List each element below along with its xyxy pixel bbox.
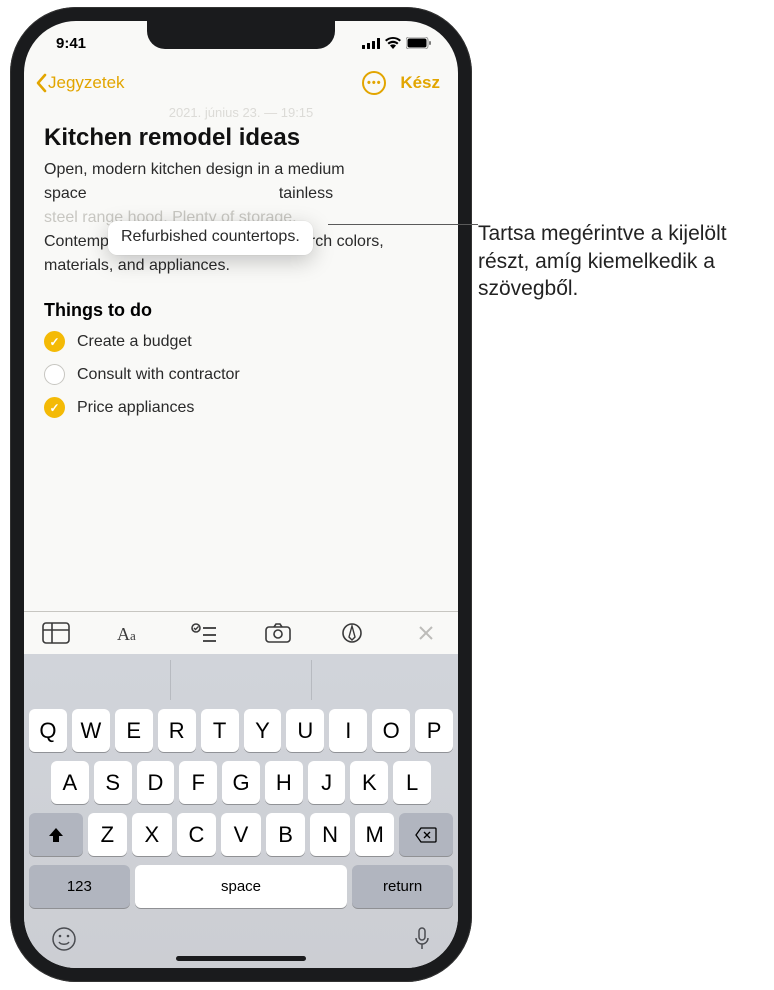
space-key[interactable]: space: [135, 865, 348, 908]
back-label: Jegyzetek: [48, 73, 125, 93]
key-w[interactable]: W: [72, 709, 110, 752]
key-e[interactable]: E: [115, 709, 153, 752]
backspace-key[interactable]: [399, 813, 453, 856]
key-a[interactable]: A: [51, 761, 89, 804]
key-l[interactable]: L: [393, 761, 431, 804]
chevron-left-icon: [34, 73, 48, 93]
checklist-label: Price appliances: [77, 399, 194, 417]
key-h[interactable]: H: [265, 761, 303, 804]
shift-icon: [47, 826, 65, 844]
note-content[interactable]: 2021. június 23. — 19:15 Kitchen remodel…: [24, 101, 458, 611]
camera-icon[interactable]: [264, 622, 292, 644]
key-i[interactable]: I: [329, 709, 367, 752]
close-icon[interactable]: [412, 622, 440, 644]
key-d[interactable]: D: [137, 761, 175, 804]
checklist-label: Consult with contractor: [77, 366, 240, 384]
more-button[interactable]: •••: [362, 71, 386, 95]
emoji-icon[interactable]: [51, 926, 77, 952]
svg-text:A: A: [117, 624, 130, 644]
callout-text: Tartsa megérintve a kijelölt részt, amíg…: [478, 220, 758, 303]
key-m[interactable]: M: [355, 813, 395, 856]
key-q[interactable]: Q: [29, 709, 67, 752]
key-n[interactable]: N: [310, 813, 350, 856]
home-indicator[interactable]: [176, 956, 306, 961]
wifi-icon: [385, 37, 401, 49]
key-o[interactable]: O: [372, 709, 410, 752]
key-p[interactable]: P: [415, 709, 453, 752]
key-k[interactable]: K: [350, 761, 388, 804]
key-b[interactable]: B: [266, 813, 306, 856]
phone-frame: 9:41 Jegyzetek ••• Kész 2021. június 23.…: [10, 7, 472, 982]
notch: [147, 21, 335, 49]
key-j[interactable]: J: [308, 761, 346, 804]
key-y[interactable]: Y: [244, 709, 282, 752]
key-g[interactable]: G: [222, 761, 260, 804]
checklist-item[interactable]: Consult with contractor: [44, 364, 438, 385]
keyboard[interactable]: QWERTYUIOP ASDFGHJKL ZXCVBNM 123 space r…: [24, 654, 458, 968]
checkmark-circle-icon[interactable]: [44, 364, 65, 385]
table-icon[interactable]: [42, 622, 70, 644]
screen: 9:41 Jegyzetek ••• Kész 2021. június 23.…: [24, 21, 458, 968]
key-t[interactable]: T: [201, 709, 239, 752]
note-date: 2021. június 23. — 19:15: [44, 105, 438, 120]
back-button[interactable]: Jegyzetek: [34, 73, 125, 93]
backspace-icon: [415, 827, 437, 843]
key-f[interactable]: F: [179, 761, 217, 804]
text-format-icon[interactable]: Aa: [116, 622, 144, 644]
return-key[interactable]: return: [352, 865, 453, 908]
battery-icon: [406, 37, 432, 49]
prediction-bar[interactable]: [29, 660, 453, 700]
shift-key[interactable]: [29, 813, 83, 856]
checkmark-circle-filled-icon[interactable]: ✓: [44, 397, 65, 418]
dictation-icon[interactable]: [413, 926, 431, 952]
callout-leader-line: [328, 224, 478, 225]
key-s[interactable]: S: [94, 761, 132, 804]
key-c[interactable]: C: [177, 813, 217, 856]
note-body[interactable]: Open, modern kitchen design in a medium …: [44, 158, 438, 278]
notes-toolbar: Aa: [24, 611, 458, 654]
callout: Tartsa megérintve a kijelölt részt, amíg…: [478, 220, 758, 303]
nav-bar: Jegyzetek ••• Kész: [24, 65, 458, 101]
key-x[interactable]: X: [132, 813, 172, 856]
checklist-icon[interactable]: [190, 622, 218, 644]
svg-text:a: a: [130, 628, 136, 643]
key-r[interactable]: R: [158, 709, 196, 752]
numeric-key[interactable]: 123: [29, 865, 130, 908]
checklist-header[interactable]: Things to do: [44, 300, 438, 321]
key-u[interactable]: U: [286, 709, 324, 752]
checkmark-circle-filled-icon[interactable]: ✓: [44, 331, 65, 352]
done-button[interactable]: Kész: [400, 73, 440, 93]
cellular-icon: [362, 38, 380, 49]
markup-icon[interactable]: [338, 622, 366, 644]
ellipsis-icon: •••: [367, 77, 382, 89]
floating-text: Refurbished countertops.: [121, 228, 300, 245]
checklist-item[interactable]: ✓ Price appliances: [44, 397, 438, 418]
checklist-label: Create a budget: [77, 333, 192, 351]
key-z[interactable]: Z: [88, 813, 128, 856]
drag-selection-popover[interactable]: Refurbished countertops.: [108, 221, 313, 255]
note-title[interactable]: Kitchen remodel ideas: [44, 124, 438, 152]
status-time: 9:41: [56, 35, 86, 52]
key-v[interactable]: V: [221, 813, 261, 856]
checklist-item[interactable]: ✓ Create a budget: [44, 331, 438, 352]
